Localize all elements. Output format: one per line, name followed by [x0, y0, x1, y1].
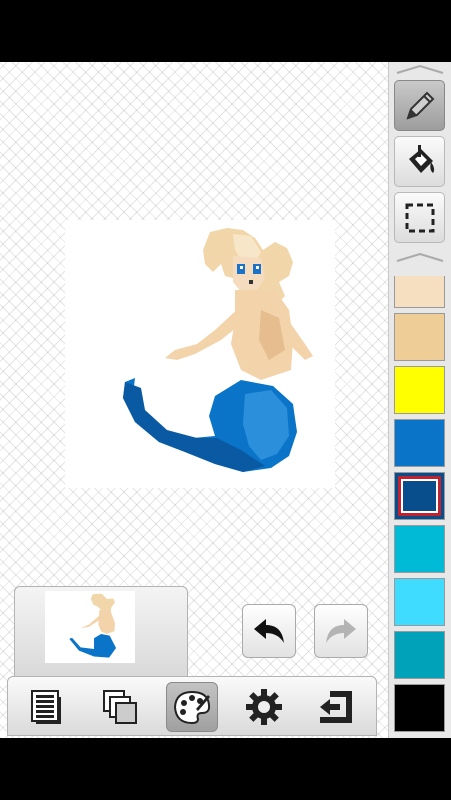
color-swatch[interactable]	[394, 313, 445, 361]
layers-icon	[31, 690, 61, 724]
palette-scroll-up-indicator	[396, 252, 444, 262]
preview-panel[interactable]	[14, 586, 188, 682]
fill-tool-button[interactable]	[394, 136, 445, 187]
right-toolbar	[388, 62, 451, 738]
palette-icon	[173, 690, 211, 725]
frames-icon	[103, 690, 137, 724]
settings-button[interactable]	[238, 682, 290, 732]
undo-arrow-icon	[254, 619, 284, 643]
pencil-icon	[405, 91, 434, 120]
bottom-toolbar	[7, 676, 377, 736]
frames-button[interactable]	[94, 682, 146, 732]
color-swatch[interactable]	[394, 276, 445, 308]
undo-button[interactable]	[242, 604, 296, 658]
color-swatch[interactable]	[394, 631, 445, 679]
select-tool-button[interactable]	[394, 192, 445, 243]
color-swatch[interactable]	[394, 578, 445, 626]
color-swatch[interactable]	[394, 525, 445, 573]
redo-button[interactable]	[314, 604, 368, 658]
export-icon	[320, 691, 352, 723]
selection-icon	[405, 203, 434, 232]
canvas-thumbnail	[45, 591, 135, 663]
navigation-bar	[0, 738, 451, 800]
export-button[interactable]	[310, 682, 362, 732]
paint-bucket-icon	[408, 144, 434, 173]
layers-button[interactable]	[20, 682, 72, 732]
mermaid-pixel-art	[123, 228, 313, 472]
pixel-canvas[interactable]	[65, 220, 335, 488]
color-swatch[interactable]	[394, 419, 445, 467]
palette-button[interactable]	[166, 682, 218, 732]
color-swatch[interactable]	[394, 366, 445, 414]
status-bar	[0, 0, 451, 62]
color-swatch[interactable]	[394, 684, 445, 732]
redo-arrow-icon	[326, 619, 356, 643]
settings-gear-icon	[246, 689, 282, 725]
color-swatch[interactable]	[394, 472, 445, 520]
color-palette	[394, 276, 446, 736]
tools-scroll-up-indicator	[396, 64, 444, 74]
pencil-tool-button[interactable]	[394, 80, 445, 131]
mermaid-thumbnail-art	[69, 593, 117, 658]
